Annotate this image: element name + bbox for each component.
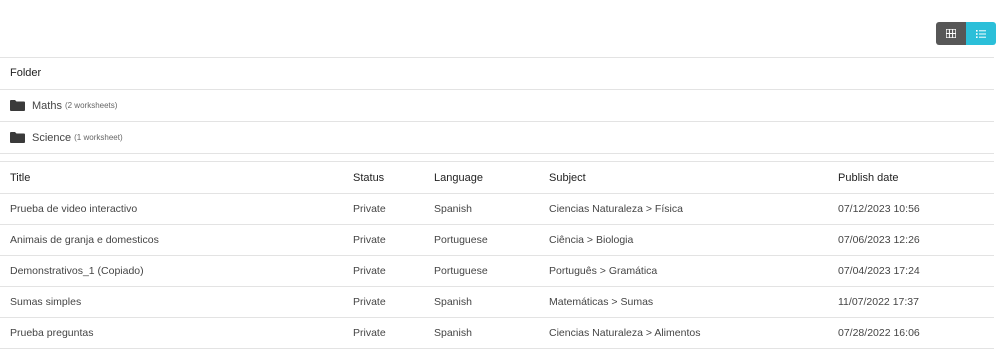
cell-title[interactable]: Sumas simples bbox=[0, 286, 353, 318]
cell-publish-date: 07/12/2023 10:56 bbox=[838, 193, 994, 225]
cell-publish-date: 07/28/2022 16:06 bbox=[838, 317, 994, 349]
grid-view-button[interactable] bbox=[936, 22, 966, 45]
folder-count: (2 worksheets) bbox=[64, 101, 118, 110]
cell-status: Private bbox=[353, 286, 434, 318]
folder-icon bbox=[10, 100, 25, 111]
cell-language: Portuguese bbox=[434, 255, 549, 287]
list-icon bbox=[976, 29, 986, 38]
cell-status: Private bbox=[353, 224, 434, 256]
cell-publish-date: 07/04/2023 17:24 bbox=[838, 255, 994, 287]
folder-count: (1 worksheet) bbox=[74, 133, 123, 142]
cell-language: Spanish bbox=[434, 317, 549, 349]
column-header-language[interactable]: Language bbox=[434, 161, 549, 194]
cell-title[interactable]: Prueba preguntas bbox=[0, 317, 353, 349]
grid-icon bbox=[946, 29, 956, 38]
worksheets-table: Title Status Language Subject Publish da… bbox=[0, 161, 994, 349]
table-header-row: Title Status Language Subject Publish da… bbox=[0, 161, 994, 194]
cell-title[interactable]: Animais de granja e domesticos bbox=[0, 224, 353, 256]
column-header-status[interactable]: Status bbox=[353, 161, 434, 194]
folder-row-science[interactable]: Science (1 worksheet) bbox=[0, 122, 994, 154]
table-row[interactable]: Prueba preguntas Private Spanish Ciencia… bbox=[0, 317, 994, 349]
cell-language: Portuguese bbox=[434, 224, 549, 256]
cell-subject: Ciencias Naturaleza > Física bbox=[549, 193, 838, 225]
cell-language: Spanish bbox=[434, 193, 549, 225]
cell-status: Private bbox=[353, 317, 434, 349]
view-toggle bbox=[936, 22, 996, 45]
folder-column-header: Folder bbox=[0, 57, 994, 90]
cell-subject: Português > Gramática bbox=[549, 255, 838, 287]
folder-name: Science bbox=[32, 131, 72, 144]
cell-status: Private bbox=[353, 193, 434, 225]
table-row[interactable]: Sumas simples Private Spanish Matemática… bbox=[0, 286, 994, 318]
cell-title[interactable]: Prueba de video interactivo bbox=[0, 193, 353, 225]
column-header-publish-date[interactable]: Publish date bbox=[838, 161, 994, 194]
folder-row-maths[interactable]: Maths (2 worksheets) bbox=[0, 90, 994, 122]
cell-publish-date: 07/06/2023 12:26 bbox=[838, 224, 994, 256]
column-header-subject[interactable]: Subject bbox=[549, 161, 838, 194]
column-header-title[interactable]: Title bbox=[0, 161, 353, 194]
cell-title[interactable]: Demonstrativos_1 (Copiado) bbox=[0, 255, 353, 287]
cell-subject: Ciencias Naturaleza > Alimentos bbox=[549, 317, 838, 349]
cell-subject: Matemáticas > Sumas bbox=[549, 286, 838, 318]
list-view-button[interactable] bbox=[966, 22, 996, 45]
table-row[interactable]: Prueba de video interactivo Private Span… bbox=[0, 193, 994, 225]
table-row[interactable]: Animais de granja e domesticos Private P… bbox=[0, 224, 994, 256]
folder-name: Maths bbox=[32, 99, 62, 112]
cell-language: Spanish bbox=[434, 286, 549, 318]
cell-status: Private bbox=[353, 255, 434, 287]
folder-list: Folder Maths (2 worksheets) Science (1 w… bbox=[0, 57, 994, 154]
cell-publish-date: 11/07/2022 17:37 bbox=[838, 286, 994, 318]
table-row[interactable]: Demonstrativos_1 (Copiado) Private Portu… bbox=[0, 255, 994, 287]
cell-subject: Ciência > Biologia bbox=[549, 224, 838, 256]
folder-icon bbox=[10, 132, 25, 143]
